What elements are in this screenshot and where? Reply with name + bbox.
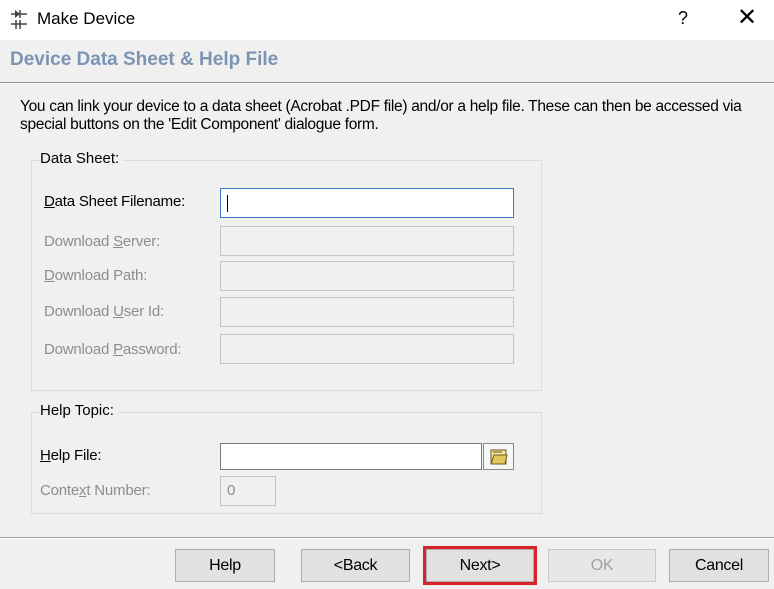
help-button[interactable]: Help (175, 549, 275, 582)
back-button[interactable]: <Back (301, 549, 410, 582)
help-topic-group-label: Help Topic: (40, 402, 118, 420)
page-title: Device Data Sheet & Help File (10, 49, 279, 70)
help-file-label: Help File: (40, 447, 102, 464)
download-user-id-input[interactable] (220, 297, 514, 327)
download-path-input[interactable] (220, 261, 514, 291)
data-sheet-filename-input[interactable] (220, 188, 514, 218)
data-sheet-filename-label: Data Sheet Filename: (44, 193, 186, 210)
help-title-button[interactable]: ? (671, 6, 695, 30)
download-server-label: Download Server: (44, 233, 161, 250)
browse-button[interactable] (483, 443, 514, 470)
make-device-icon (10, 9, 28, 31)
download-password-input[interactable] (220, 334, 514, 364)
context-number-label: Context Number: (40, 482, 151, 499)
description-text: You can link your device to a data sheet… (20, 98, 742, 133)
header-divider-highlight (0, 83, 774, 84)
cancel-button[interactable]: Cancel (669, 549, 769, 582)
download-server-input[interactable] (220, 226, 514, 256)
text-caret (227, 195, 228, 212)
window-title: Make Device (37, 9, 136, 28)
next-button-highlight (423, 546, 537, 585)
context-number-input[interactable]: 0 (220, 476, 276, 506)
download-password-label: Download Password: (44, 341, 182, 358)
footer-divider-highlight (0, 538, 774, 539)
folder-browse-icon (490, 447, 508, 471)
download-user-id-label: Download User Id: (44, 303, 165, 320)
ok-button[interactable]: OK (548, 549, 656, 582)
context-number-value: 0 (227, 482, 236, 499)
close-icon[interactable]: ✕ (732, 4, 762, 32)
data-sheet-group-label: Data Sheet: (40, 150, 124, 168)
help-file-input[interactable] (220, 443, 482, 470)
download-path-label: Download Path: (44, 267, 148, 284)
